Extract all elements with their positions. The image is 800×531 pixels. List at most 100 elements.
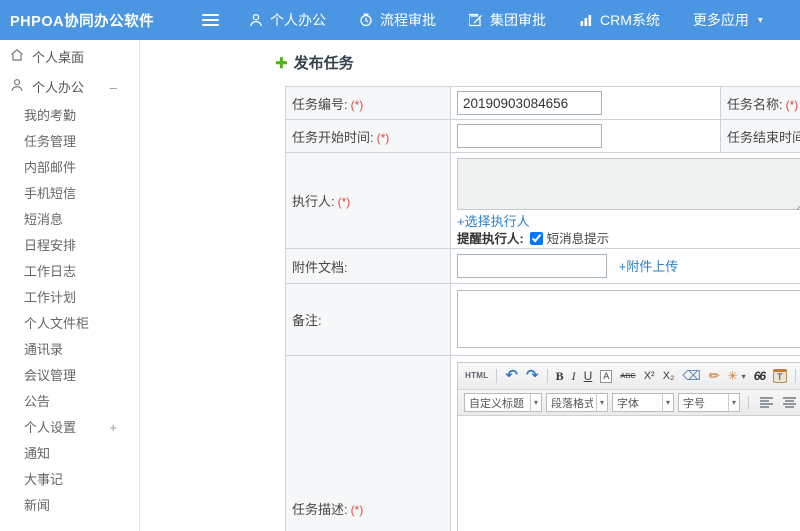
underline-icon[interactable]: U <box>584 369 593 383</box>
sidebar-item-label: 个人设置 <box>24 420 77 435</box>
font-size-select[interactable]: 字号 ▾ <box>678 393 740 412</box>
format-eraser-icon[interactable]: ⌫ <box>682 369 700 383</box>
nav-label: 更多应用 <box>692 12 749 28</box>
required-mark: (*) <box>350 97 364 112</box>
custom-heading-select[interactable]: 自定义标题 ▾ <box>464 393 542 412</box>
select-value: 段落格式 <box>551 397 593 410</box>
attachment-label-cell: 附件文档: <box>285 248 451 284</box>
form-row-task-time: 任务开始时间:(*) 任务结束时间:(*) <box>285 119 800 153</box>
task-number-label-cell: 任务编号: (*) <box>285 86 451 120</box>
sidebar-item-task-management[interactable]: 任务管理 <box>0 129 139 155</box>
subscript-icon[interactable]: X₂ <box>663 369 675 383</box>
editor-content-area[interactable] <box>458 416 800 531</box>
nav-label: 个人办公 <box>270 12 326 28</box>
home-icon <box>10 43 24 73</box>
nav-label: 流程审批 <box>380 12 436 28</box>
paragraph-format-select[interactable]: 段落格式 ▾ <box>546 393 608 412</box>
sidebar-item-meeting-management[interactable]: 会议管理 <box>0 363 139 389</box>
description-label-cell: 任务描述: (*) <box>285 355 451 531</box>
hamburger-menu-icon[interactable] <box>202 14 219 26</box>
form-row-attachment: 附件文档: +附件上传 <box>285 248 800 284</box>
caret-down-icon: ▾ <box>595 394 607 411</box>
start-time-field-cell <box>450 119 721 153</box>
app-window: PHPOA协同办公软件 个人办公 流程审批 集团审批 CRM系统 更多应用 ▾ … <box>0 0 800 531</box>
expand-icon[interactable]: + <box>109 415 117 441</box>
blockquote-icon[interactable]: 66 <box>754 369 766 383</box>
remark-field-cell <box>450 283 800 356</box>
start-time-input[interactable] <box>457 124 602 148</box>
user-icon <box>10 73 24 103</box>
style-wand-icon[interactable]: ✳ <box>728 369 738 383</box>
sidebar-item-mobile-sms[interactable]: 手机短信 <box>0 181 139 207</box>
editor-toolbar-row2: 自定义标题 ▾ 段落格式 ▾ 字体 ▾ 字号 ▾ <box>458 390 800 416</box>
toolbar-separator <box>546 369 548 383</box>
align-left-icon[interactable] <box>760 397 773 408</box>
task-number-input[interactable] <box>457 91 602 115</box>
caret-down-icon: ▾ <box>529 394 541 411</box>
sidebar-item-personal-office[interactable]: 个人办公 – <box>0 73 139 103</box>
field-label: 任务编号: <box>292 96 348 112</box>
nav-crm-system[interactable]: CRM系统 <box>579 10 660 30</box>
sidebar-item-short-message[interactable]: 短消息 <box>0 207 139 233</box>
bold-icon[interactable]: B <box>556 369 564 383</box>
required-mark: (*) <box>785 97 799 112</box>
highlight-icon[interactable]: A <box>600 369 613 383</box>
main-content: ✚ 发布任务 任务编号:(*) 任务名称:(*) <box>141 40 800 531</box>
nav-personal-office[interactable]: 个人办公 <box>249 10 326 30</box>
field-label: 附件文档: <box>292 259 348 275</box>
field-label: 任务名称: <box>727 96 783 112</box>
sidebar: 个人桌面 个人办公 – 我的考勤 任务管理 内部邮件 手机短信 短消息 日程安排… <box>0 40 140 531</box>
caret-down-icon: ▾ <box>661 394 673 411</box>
collapse-icon[interactable]: – <box>110 73 117 103</box>
nav-group-approval[interactable]: 集团审批 <box>469 10 546 30</box>
select-value: 字体 <box>617 397 639 410</box>
sidebar-item-work-log[interactable]: 工作日志 <box>0 259 139 285</box>
sidebar-item-internal-mail[interactable]: 内部邮件 <box>0 155 139 181</box>
redo-icon[interactable]: ↷ <box>526 368 539 383</box>
user-icon <box>249 13 263 27</box>
form-row-task-number: 任务编号:(*) 任务名称:(*) <box>285 86 800 120</box>
field-label: 任务描述: <box>292 502 348 517</box>
undo-icon[interactable]: ↶ <box>505 368 518 383</box>
caret-down-icon: ▾ <box>757 14 763 26</box>
sidebar-item-milestones[interactable]: 大事记 <box>0 467 139 493</box>
executor-label-cell: 执行人: (*) <box>285 152 451 249</box>
field-label: 执行人: <box>292 194 335 209</box>
editor-toolbar-row1: HTML ↶ ↷ B I U A ABC X² X₂ ⌫ ✏ ✳ ▾ 66 T <box>458 363 800 390</box>
remind-executor-label: 提醒执行人: <box>457 232 524 246</box>
paste-icon[interactable]: T <box>773 369 787 383</box>
sidebar-item-personal-settings[interactable]: 个人设置 + <box>0 415 139 441</box>
sidebar-item-personal-desktop[interactable]: 个人桌面 <box>0 43 139 73</box>
html-source-button[interactable]: HTML <box>465 369 488 383</box>
sidebar-item-contacts[interactable]: 通讯录 <box>0 337 139 363</box>
italic-icon[interactable]: I <box>572 369 576 383</box>
align-center-icon[interactable] <box>783 397 796 408</box>
sidebar-item-notice[interactable]: 通知 <box>0 441 139 467</box>
field-label: 任务结束时间: <box>727 129 800 145</box>
sidebar-item-personal-files[interactable]: 个人文件柜 <box>0 311 139 337</box>
attachment-input[interactable] <box>457 254 607 278</box>
remark-textarea[interactable] <box>457 290 800 348</box>
sidebar-item-schedule[interactable]: 日程安排 <box>0 233 139 259</box>
executor-textarea[interactable] <box>457 158 800 210</box>
format-brush-icon[interactable]: ✏ <box>709 369 720 383</box>
strikethrough-icon[interactable]: ABC <box>620 369 635 383</box>
attachment-upload-link[interactable]: +附件上传 <box>619 259 679 274</box>
caret-down-icon[interactable]: ▾ <box>742 372 746 381</box>
sidebar-item-my-attendance[interactable]: 我的考勤 <box>0 103 139 129</box>
choose-executor-link[interactable]: +选择执行人 <box>457 214 530 229</box>
sms-tip-checkbox[interactable] <box>529 232 543 245</box>
form-row-description: 任务描述: (*) HTML ↶ ↷ B I U A ABC X² X₂ ⌫ ✏… <box>285 355 800 531</box>
app-logo[interactable]: PHPOA协同办公软件 <box>0 10 180 31</box>
nav-more-apps[interactable]: 更多应用 ▾ <box>693 10 763 30</box>
required-mark: (*) <box>350 503 364 517</box>
superscript-icon[interactable]: X² <box>644 369 655 383</box>
nav-workflow-approval[interactable]: 流程审批 <box>359 10 436 30</box>
sidebar-item-announcement[interactable]: 公告 <box>0 389 139 415</box>
top-navigation: 个人办公 流程审批 集团审批 CRM系统 更多应用 ▾ <box>249 10 763 30</box>
sidebar-item-work-plan[interactable]: 工作计划 <box>0 285 139 311</box>
task-name-label-cell: 任务名称: (*) <box>720 86 800 120</box>
sidebar-item-news[interactable]: 新闻 <box>0 493 139 519</box>
font-family-select[interactable]: 字体 ▾ <box>612 393 674 412</box>
remark-label-cell: 备注: <box>285 283 451 356</box>
